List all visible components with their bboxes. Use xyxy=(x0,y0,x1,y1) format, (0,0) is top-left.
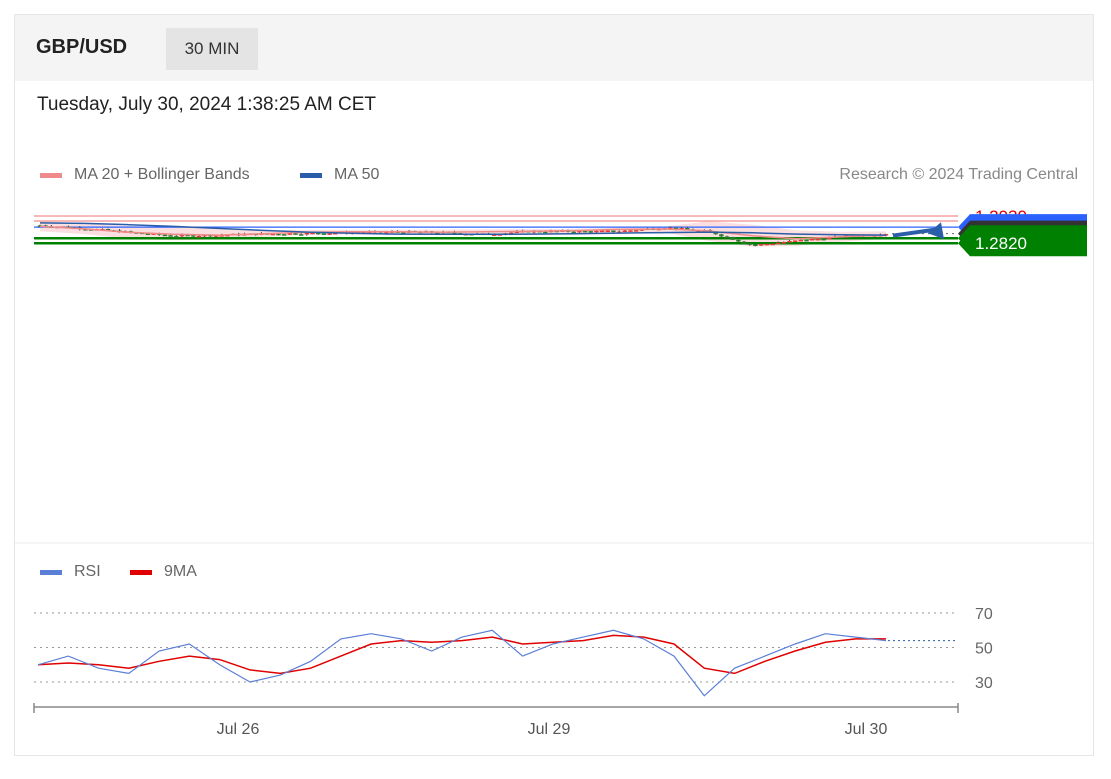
candle-body xyxy=(594,230,599,233)
candle-body xyxy=(747,243,752,245)
candle-body xyxy=(162,234,168,237)
candle-body xyxy=(628,230,633,232)
rsi-tick-label: 30 xyxy=(975,675,993,692)
candle-body xyxy=(787,240,792,243)
candle-body xyxy=(764,243,769,246)
candle-body xyxy=(298,234,304,236)
x-tick-label: Jul 26 xyxy=(217,721,260,738)
candle-body xyxy=(321,233,327,235)
x-tick-label: Jul 29 xyxy=(528,721,571,738)
rsi-tick-label: 50 xyxy=(975,641,993,658)
candle-body xyxy=(781,242,786,244)
candle-body xyxy=(174,236,179,238)
rsi-panel: 70 50 30 xyxy=(34,606,993,697)
rsi-9ma-line xyxy=(37,634,886,675)
candle-body xyxy=(798,239,804,242)
candle-body xyxy=(719,234,724,237)
candle-body xyxy=(753,244,758,247)
candle-body xyxy=(168,235,173,237)
candle-body xyxy=(327,233,332,235)
candle-body xyxy=(605,230,610,233)
candle-body xyxy=(775,242,781,245)
candle-body xyxy=(588,231,593,233)
candle-body xyxy=(770,243,775,246)
candle-body xyxy=(281,234,287,236)
candle-body xyxy=(821,238,826,241)
candle-body xyxy=(758,243,764,246)
candle-body xyxy=(196,235,202,238)
candle-body xyxy=(611,230,616,233)
candle-body xyxy=(736,239,741,242)
level-tags-layer: 1.29301.29101.28851.28591.28401.2820 xyxy=(958,207,1087,257)
candle-body xyxy=(809,238,815,241)
candle-body xyxy=(293,233,298,235)
candle-body xyxy=(741,241,747,244)
candle-body xyxy=(543,231,548,234)
time-axis: Jul 26 Jul 29 Jul 30 xyxy=(33,703,959,738)
candle-body xyxy=(571,231,576,234)
rsi-tick-label: 70 xyxy=(975,606,993,623)
candle-body xyxy=(622,230,628,233)
candle-body xyxy=(730,237,735,240)
price-chart[interactable]: 1.29301.29101.28851.28591.28401.2820 70 5… xyxy=(0,0,1111,779)
candle-body xyxy=(599,230,605,233)
candle-body xyxy=(724,236,730,238)
candle-body xyxy=(792,240,798,242)
level-label-1.2820: 1.2820 xyxy=(975,234,1027,253)
candle-body xyxy=(633,230,639,232)
x-tick-label: Jul 30 xyxy=(845,721,888,738)
candle-body xyxy=(815,238,821,241)
candle-body xyxy=(804,239,809,242)
